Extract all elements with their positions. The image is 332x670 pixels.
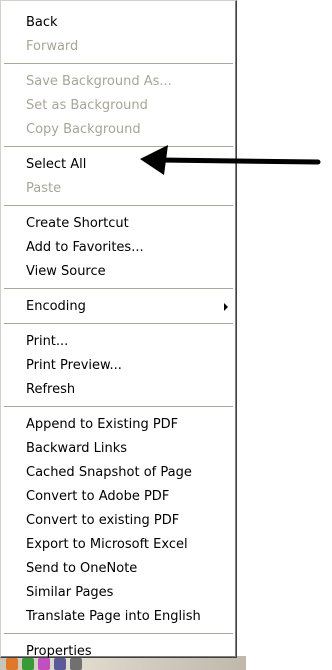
- left-arrow-icon: [140, 145, 321, 175]
- arrow-head: [140, 145, 168, 175]
- arrow-shaft: [157, 157, 321, 165]
- screenshot-stage: Back Forward Save Background As... Set as B…: [0, 0, 332, 670]
